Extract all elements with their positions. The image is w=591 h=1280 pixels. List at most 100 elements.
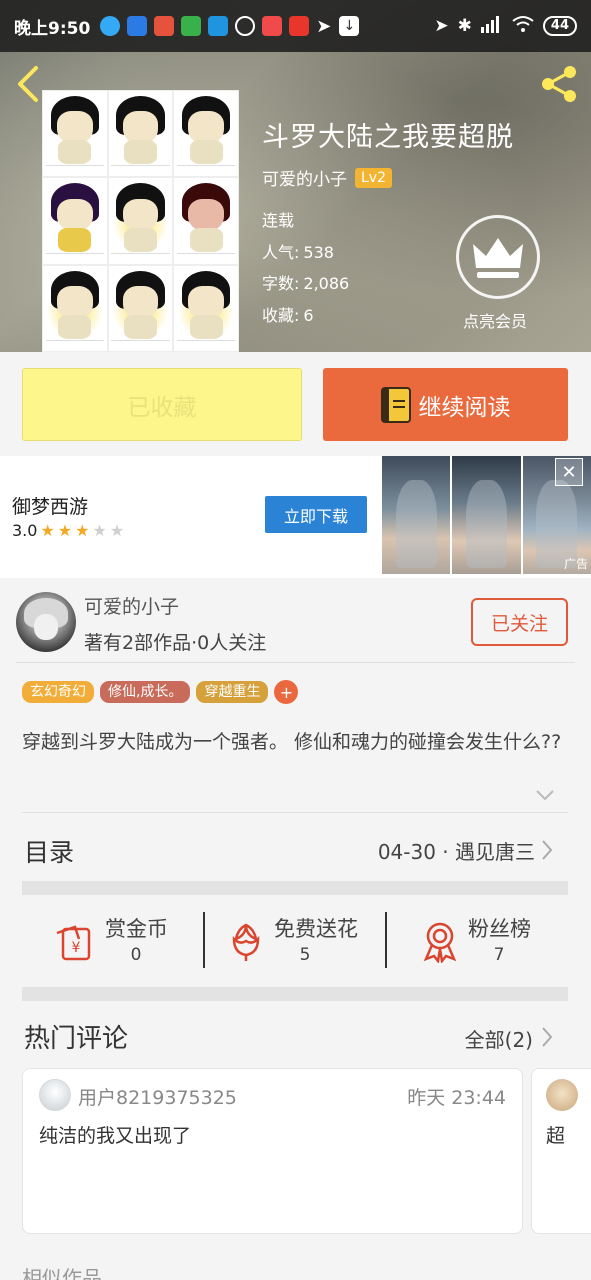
nav-icon: ➤ — [434, 16, 449, 36]
ad-app-name: 御梦西游 — [12, 496, 89, 518]
popularity-stat: 人气: 538 — [262, 242, 334, 262]
similar-works-title: 相似作品 — [22, 1266, 102, 1280]
tag-list: 玄幻奇幻 修仙,成长。 穿越重生 + — [22, 680, 299, 704]
follow-button[interactable]: 已关注 — [471, 598, 568, 646]
chevron-right-icon — [542, 840, 553, 860]
vip-label[interactable]: 点亮会员 — [463, 308, 527, 332]
cover-panel — [42, 90, 108, 178]
star-icon: ★ — [92, 521, 107, 540]
rank-medal-icon — [423, 922, 457, 963]
star-icon: ★ — [57, 521, 73, 540]
comment-time: 昨天 23:44 — [407, 1087, 506, 1109]
battery-indicator: 44 — [542, 16, 577, 36]
action-bar: 已收藏 继续阅读 — [0, 352, 591, 456]
comment-card[interactable]: 用户8219375325 昨天 23:44 纯洁的我又出现了 — [22, 1068, 523, 1234]
ad-close-icon[interactable]: ✕ — [555, 458, 583, 486]
fan-ranking-button[interactable]: 粉丝榜 7 — [418, 913, 558, 973]
novel-header: 晚上9:50 ➤ ↓ ➤ ✱ 44 斗罗大陆之我要超脱 可爱的小子 Lv2 连载… — [0, 0, 591, 352]
signal-icon — [480, 15, 503, 38]
vip-button[interactable] — [456, 215, 540, 299]
star-icon: ★ — [75, 521, 90, 540]
download-icon: ↓ — [339, 16, 360, 36]
gift-count: 5 — [299, 945, 311, 965]
comment-card[interactable]: 超 — [531, 1068, 591, 1234]
status-time: 晚上9:50 — [14, 18, 91, 39]
continue-reading-button[interactable]: 继续阅读 — [323, 368, 568, 441]
ad-rating-value: 3.0 — [12, 521, 38, 540]
app-icon-1 — [100, 16, 121, 36]
cover-panel — [42, 177, 108, 265]
app-icon-6 — [235, 16, 256, 36]
catalog-row[interactable]: 目录 04-30 · 遇见唐三 — [0, 813, 591, 881]
comment-text: 超 — [546, 1125, 566, 1147]
author-name[interactable]: 可爱的小子 — [262, 165, 347, 190]
share-icon — [542, 66, 576, 102]
wifi-icon — [512, 15, 534, 38]
star-icon: ★ — [109, 521, 125, 540]
chevron-right-icon[interactable] — [540, 1026, 554, 1048]
section-separator — [22, 881, 568, 895]
cover-panel — [173, 264, 239, 352]
author-avatar[interactable] — [16, 592, 76, 652]
status-right: ➤ ✱ 44 — [434, 0, 577, 52]
back-button[interactable] — [12, 62, 46, 106]
book-title: 斗罗大陆之我要超脱 — [262, 122, 514, 153]
book-stats: 连载 人气: 538 字数: 2,086 收藏: 6 — [262, 205, 349, 331]
comment-text: 纯洁的我又出现了 — [39, 1125, 192, 1147]
support-row: ¥ 赏金币 0 免费送花 5 粉丝榜 7 — [0, 895, 591, 987]
book-icon — [380, 386, 411, 423]
collected-button[interactable]: 已收藏 — [22, 368, 302, 441]
commenter-avatar[interactable] — [546, 1079, 578, 1111]
cover-panel — [173, 177, 239, 265]
tag-item[interactable]: 穿越重生 — [196, 681, 269, 703]
commenter-name[interactable]: 用户8219375325 — [78, 1083, 237, 1110]
serial-status: 连载 — [262, 211, 295, 230]
gift-label: 免费送花 — [274, 917, 358, 941]
tag-item[interactable]: 玄幻奇幻 — [22, 681, 94, 703]
app-icon-5 — [208, 16, 229, 36]
cover-panel — [107, 264, 174, 352]
app-icon-8 — [289, 16, 310, 36]
cover-panel — [173, 90, 239, 178]
gift-count: 7 — [493, 945, 505, 965]
commenter-avatar[interactable] — [39, 1079, 71, 1111]
section-separator — [22, 987, 568, 1001]
latest-chapter: 04-30 · 遇见唐三 — [377, 840, 535, 864]
back-arrow-icon — [18, 66, 38, 102]
share-button[interactable] — [539, 64, 579, 104]
ad-download-button[interactable]: 立即下载 — [265, 496, 367, 533]
flower-icon — [232, 923, 260, 961]
chevron-down-icon[interactable] — [535, 788, 555, 802]
cover-panel — [107, 177, 174, 265]
divider — [16, 662, 575, 663]
author-card-desc: 著有2部作品·0人关注 — [84, 632, 267, 654]
ad-banner[interactable]: 御梦西游 3.0 ★ ★ ★ ★ ★ 立即下载 ✕ 广告 — [0, 456, 591, 578]
ad-image — [382, 456, 451, 574]
book-cover[interactable] — [42, 90, 239, 352]
all-comments-link[interactable]: 全部(2) — [465, 1024, 533, 1053]
tag-item[interactable]: 修仙,成长。 — [100, 681, 191, 703]
catalog-title: 目录 — [24, 838, 75, 867]
location-icon: ➤ — [316, 15, 332, 37]
author-card[interactable]: 可爱的小子 著有2部作品·0人关注 已关注 — [0, 582, 591, 664]
app-icon-4 — [181, 16, 202, 36]
ad-images[interactable]: ✕ 广告 — [382, 456, 591, 574]
app-icon-3 — [154, 16, 175, 36]
add-tag-button[interactable]: + — [274, 680, 299, 704]
app-icon-2 — [127, 16, 148, 36]
status-bar: 晚上9:50 ➤ ↓ ➤ ✱ 44 — [0, 0, 591, 52]
app-icon-7 — [262, 16, 283, 36]
favorites-stat: 收藏: 6 — [262, 305, 314, 325]
crown-icon — [473, 238, 523, 278]
ad-image — [452, 456, 521, 574]
ad-tag: 广告 — [563, 557, 588, 571]
cover-panel — [107, 90, 174, 178]
gift-label: 粉丝榜 — [468, 917, 531, 941]
author-card-name: 可爱的小子 — [84, 596, 180, 618]
cover-art — [42, 90, 239, 352]
gift-count: 0 — [130, 945, 142, 965]
reward-coins-button[interactable]: ¥ 赏金币 0 — [55, 913, 195, 973]
word-count-stat: 字数: 2,086 — [262, 274, 350, 293]
author-row[interactable]: 可爱的小子 Lv2 — [262, 165, 392, 190]
send-flower-button[interactable]: 免费送花 5 — [224, 913, 364, 973]
